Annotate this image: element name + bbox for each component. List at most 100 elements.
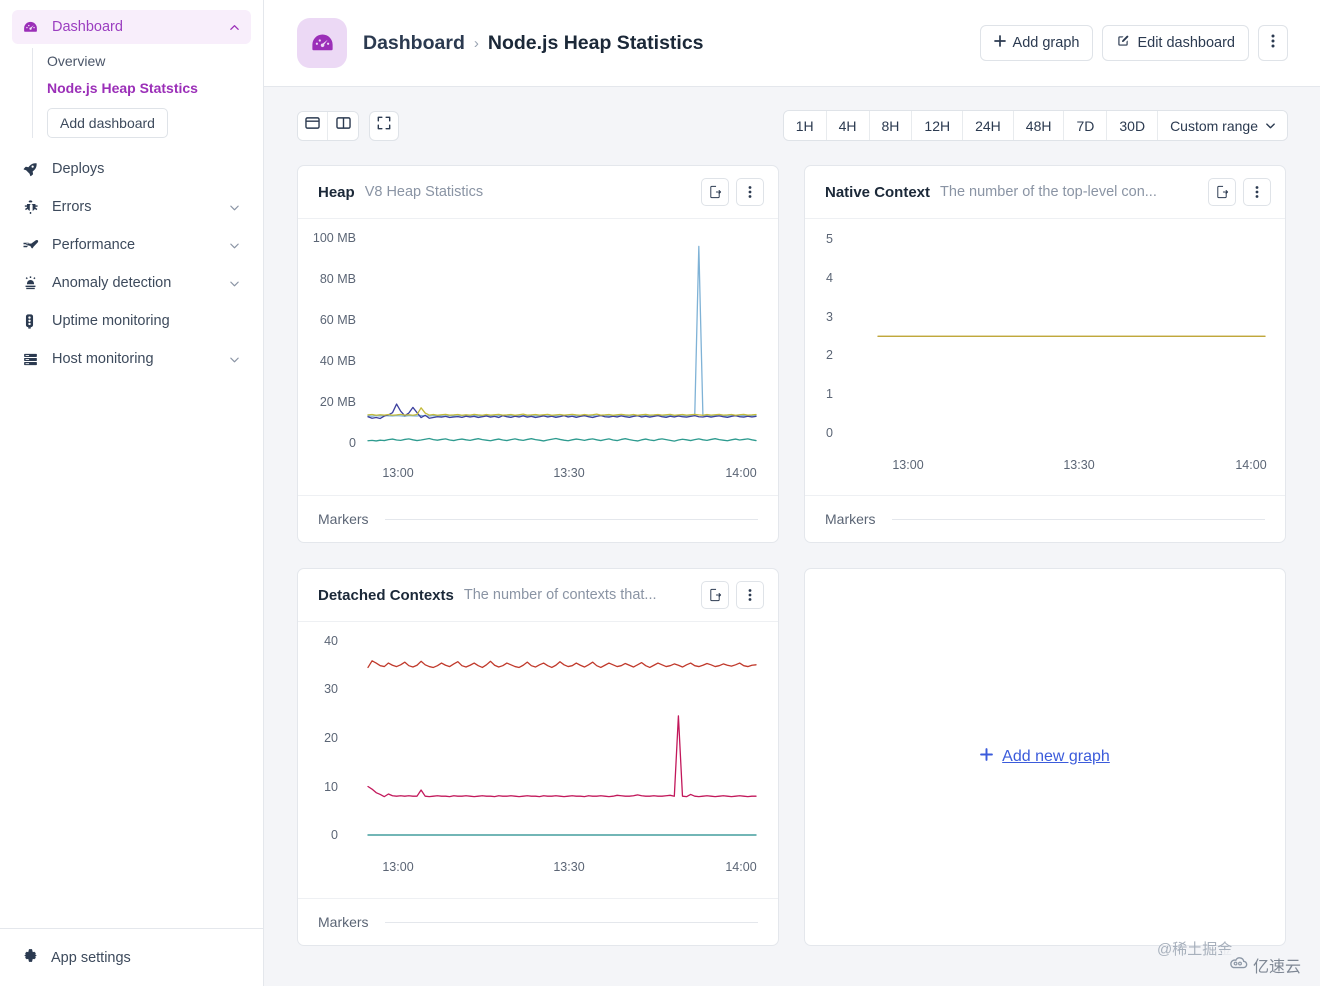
card-subtitle: V8 Heap Statistics bbox=[364, 184, 484, 200]
range-4h[interactable]: 4H bbox=[826, 111, 870, 140]
time-range-selector: 1H 4H 8H 12H 24H 48H 7D 30D Custom range bbox=[782, 110, 1288, 141]
markers-timeline[interactable] bbox=[384, 518, 758, 520]
main-area: Dashboard › Node.js Heap Statistics Add … bbox=[264, 0, 1320, 986]
two-column-layout-button[interactable] bbox=[328, 111, 358, 140]
sidebar-item-label: Errors bbox=[52, 199, 92, 215]
svg-text:60 MB: 60 MB bbox=[320, 313, 356, 327]
card-menu-button[interactable] bbox=[736, 178, 764, 206]
add-new-graph-link[interactable]: Add new graph bbox=[980, 748, 1110, 766]
edit-pencil-icon bbox=[1116, 34, 1130, 52]
chevron-down-icon[interactable] bbox=[227, 354, 241, 365]
range-24h[interactable]: 24H bbox=[963, 111, 1014, 140]
fullscreen-icon bbox=[377, 116, 391, 135]
export-icon bbox=[710, 185, 722, 199]
kebab-menu-icon bbox=[1255, 186, 1259, 198]
plus-icon bbox=[993, 35, 1006, 51]
fullscreen-button[interactable] bbox=[369, 110, 399, 141]
svg-text:13:30: 13:30 bbox=[1063, 458, 1094, 472]
card-menu-button[interactable] bbox=[1243, 178, 1271, 206]
sidebar-item-errors[interactable]: Errors bbox=[12, 190, 251, 224]
export-button[interactable] bbox=[701, 178, 729, 206]
sidebar-item-uptime-monitoring[interactable]: Uptime monitoring bbox=[12, 304, 251, 338]
svg-text:14:00: 14:00 bbox=[1235, 458, 1266, 472]
edit-dashboard-label: Edit dashboard bbox=[1137, 35, 1235, 51]
bug-icon bbox=[22, 199, 44, 216]
add-graph-button[interactable]: Add graph bbox=[979, 25, 1094, 61]
card-actions bbox=[1208, 178, 1271, 206]
subnav-item-nodejs-heap[interactable]: Node.js Heap Statstics bbox=[47, 75, 251, 102]
markers-timeline[interactable] bbox=[891, 518, 1265, 520]
sidebar-item-label: Performance bbox=[52, 237, 136, 253]
dashboard-more-menu-button[interactable] bbox=[1258, 25, 1288, 61]
svg-text:14:00: 14:00 bbox=[725, 466, 756, 480]
svg-text:4: 4 bbox=[826, 271, 833, 285]
add-graph-label: Add graph bbox=[1012, 35, 1080, 51]
svg-text:0: 0 bbox=[826, 426, 833, 440]
svg-text:2: 2 bbox=[826, 348, 833, 362]
markers-timeline[interactable] bbox=[384, 921, 758, 923]
add-dashboard-button[interactable]: Add dashboard bbox=[47, 108, 168, 138]
speed-icon bbox=[22, 236, 44, 254]
range-30d[interactable]: 30D bbox=[1107, 111, 1159, 140]
dashboard-subnav: Overview Node.js Heap Statstics Add dash… bbox=[32, 48, 251, 138]
alert-beacon-icon bbox=[22, 275, 44, 292]
card-title: Heap bbox=[318, 183, 355, 201]
add-new-graph-label: Add new graph bbox=[1002, 748, 1110, 765]
sidebar-item-deploys[interactable]: Deploys bbox=[12, 152, 251, 186]
chart-line-detached-contexts-high bbox=[367, 660, 757, 669]
sidebar-item-anomaly-detection[interactable]: Anomaly detection bbox=[12, 266, 251, 300]
chart-series-group bbox=[367, 245, 757, 442]
kebab-menu-icon bbox=[748, 589, 752, 601]
range-8h[interactable]: 8H bbox=[869, 111, 913, 140]
edit-dashboard-button[interactable]: Edit dashboard bbox=[1102, 25, 1249, 61]
range-48h[interactable]: 48H bbox=[1013, 111, 1065, 140]
chevron-down-icon[interactable] bbox=[227, 278, 241, 289]
export-button[interactable] bbox=[1208, 178, 1236, 206]
sidebar-item-label: Host monitoring bbox=[52, 351, 154, 367]
sidebar-item-performance[interactable]: Performance bbox=[12, 228, 251, 262]
subnav-item-overview[interactable]: Overview bbox=[47, 48, 251, 75]
gauge-icon bbox=[22, 19, 44, 36]
chart-svg: 40 30 20 10 0 13:00 13:30 14:00 bbox=[324, 634, 757, 874]
svg-text:13:00: 13:00 bbox=[892, 458, 923, 472]
chart-line-used-heap-size bbox=[367, 403, 757, 420]
chart-native-context[interactable]: 5 4 3 2 1 0 13:00 13:30 14:00 bbox=[805, 219, 1285, 495]
svg-text:13:00: 13:00 bbox=[382, 466, 413, 480]
card-menu-button[interactable] bbox=[736, 581, 764, 609]
chart-line-detached-contexts-low bbox=[367, 715, 757, 798]
chevron-up-icon[interactable] bbox=[227, 22, 241, 33]
custom-range-label: Custom range bbox=[1170, 117, 1258, 134]
card-subtitle: The number of contexts that... bbox=[463, 587, 657, 603]
sidebar-nav: Dashboard Overview Node.js Heap Statstic… bbox=[0, 0, 263, 928]
range-7d[interactable]: 7D bbox=[1064, 111, 1108, 140]
chart-heap[interactable]: 100 MB 80 MB 60 MB 40 MB 20 MB 0 13:00 1… bbox=[298, 219, 778, 495]
export-button[interactable] bbox=[701, 581, 729, 609]
custom-range-dropdown[interactable]: Custom range bbox=[1158, 111, 1287, 140]
card-subtitle: The number of the top-level con... bbox=[940, 184, 1157, 200]
chevron-down-icon[interactable] bbox=[227, 240, 241, 251]
chart-detached-contexts[interactable]: 40 30 20 10 0 13:00 13:30 14:00 bbox=[298, 622, 778, 898]
svg-text:80 MB: 80 MB bbox=[320, 272, 356, 286]
sidebar-item-host-monitoring[interactable]: Host monitoring bbox=[12, 342, 251, 376]
range-1h[interactable]: 1H bbox=[783, 111, 827, 140]
sidebar-item-dashboard[interactable]: Dashboard bbox=[12, 10, 251, 44]
rocket-icon bbox=[22, 161, 44, 178]
chart-line-total-heap-size bbox=[367, 245, 757, 417]
card-header: Native Context The number of the top-lev… bbox=[805, 166, 1285, 219]
content-area: 1H 4H 8H 12H 24H 48H 7D 30D Custom range bbox=[264, 87, 1320, 986]
breadcrumb-root[interactable]: Dashboard bbox=[363, 32, 465, 55]
svg-text:13:00: 13:00 bbox=[382, 860, 413, 874]
chevron-down-icon[interactable] bbox=[227, 202, 241, 213]
app-settings-item[interactable]: App settings bbox=[0, 928, 263, 986]
single-column-layout-button[interactable] bbox=[298, 111, 328, 140]
chart-line-heap-size-limit bbox=[367, 407, 757, 416]
x-axis-labels: 13:00 13:30 14:00 bbox=[382, 466, 756, 480]
svg-text:40 MB: 40 MB bbox=[320, 354, 356, 368]
top-bar-actions: Add graph Edit dashboard bbox=[979, 25, 1288, 61]
range-12h[interactable]: 12H bbox=[912, 111, 964, 140]
dashboard-grid: Heap V8 Heap Statistics 100 MB 80 MB 60 … bbox=[297, 165, 1288, 946]
export-icon bbox=[710, 588, 722, 602]
add-graph-panel[interactable]: Add new graph bbox=[804, 568, 1286, 946]
window-single-icon bbox=[305, 116, 320, 135]
